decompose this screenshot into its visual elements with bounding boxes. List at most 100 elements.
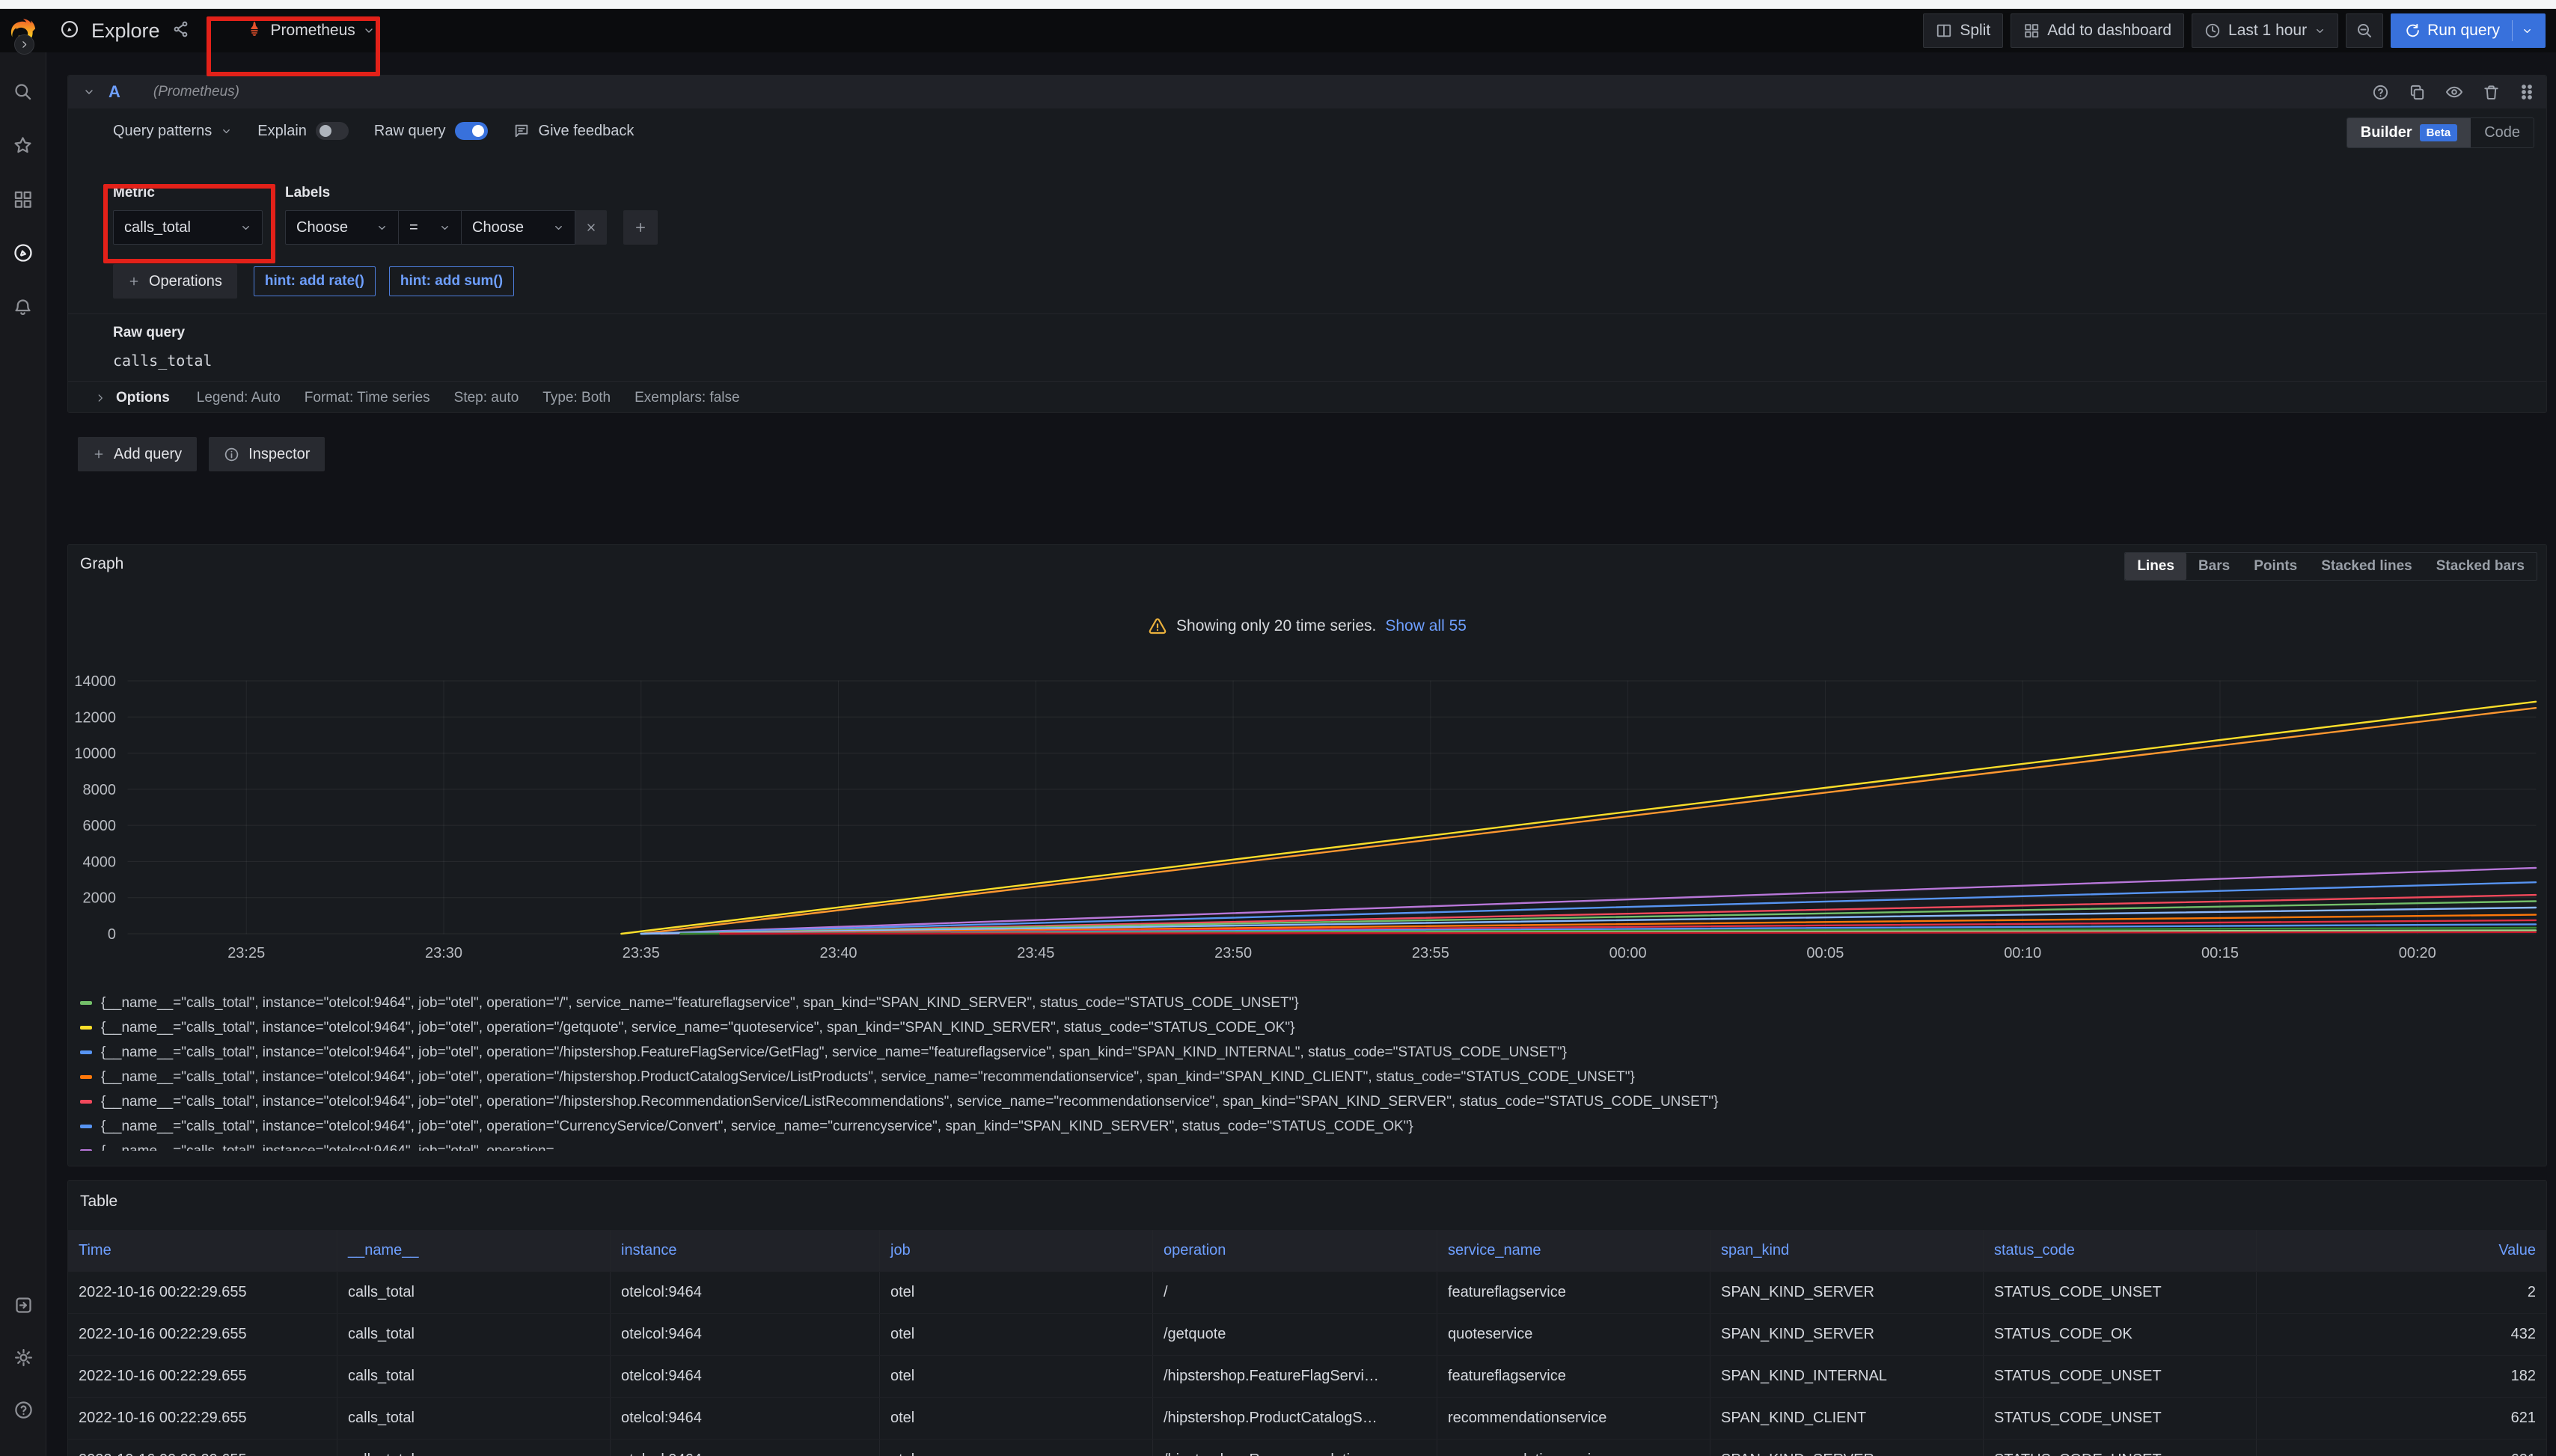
warning-triangle-icon (1148, 617, 1167, 636)
add-operations-button[interactable]: Operations (113, 264, 237, 299)
label-operator-select[interactable]: = (399, 210, 462, 245)
alerting-bell-icon[interactable] (7, 290, 40, 323)
datasource-name: Prometheus (271, 22, 355, 40)
column-header-job[interactable]: job (880, 1230, 1153, 1271)
table-cell: otelcol:9464 (611, 1398, 880, 1439)
split-button[interactable]: Split (1923, 13, 2003, 48)
table-cell: SPAN_KIND_INTERNAL (1710, 1356, 1984, 1397)
builder-tab[interactable]: Builder Beta (2347, 118, 2471, 147)
show-all-series-link[interactable]: Show all 55 (1385, 617, 1467, 635)
options-collapse-row[interactable]: Options Legend: AutoFormat: Time seriesS… (68, 381, 2546, 414)
query-help-icon[interactable] (2372, 84, 2389, 101)
label-value-select[interactable]: Choose (462, 210, 575, 245)
graph-mode-stacked-lines[interactable]: Stacked lines (2309, 553, 2424, 580)
nav-left-group: Explore Prometheus (60, 13, 385, 49)
settings-gear-icon[interactable] (7, 1341, 40, 1374)
run-query-button[interactable]: Run query (2391, 13, 2546, 48)
query-patterns-dropdown[interactable]: Query patterns (113, 123, 232, 140)
table-cell: SPAN_KIND_SERVER (1710, 1440, 1984, 1456)
time-range-picker[interactable]: Last 1 hour (2192, 13, 2338, 48)
zoom-out-button[interactable] (2346, 13, 2383, 48)
table-cell: /hipstershop.ProductCatalogS… (1153, 1398, 1437, 1439)
table-cell: otel (880, 1440, 1153, 1456)
table-row: 2022-10-16 00:22:29.655calls_totalotelco… (68, 1398, 2546, 1440)
column-header-operation[interactable]: operation (1153, 1230, 1437, 1271)
metric-value: calls_total (124, 219, 191, 236)
metric-select[interactable]: calls_total (113, 210, 263, 245)
table-cell: STATUS_CODE_OK (1984, 1314, 2257, 1355)
search-icon[interactable] (7, 75, 40, 108)
column-header-service-name[interactable]: service_name (1437, 1230, 1710, 1271)
remove-label-filter-button[interactable] (575, 210, 607, 245)
legend-item[interactable]: {__name__="calls_total", instance="otelc… (80, 1089, 2534, 1114)
inspector-button[interactable]: Inspector (209, 437, 325, 471)
graph-mode-points[interactable]: Points (2242, 553, 2309, 580)
help-icon[interactable] (7, 1393, 40, 1426)
metric-block: Metric calls_total (113, 185, 263, 245)
add-to-dashboard-button[interactable]: Add to dashboard (2011, 13, 2184, 48)
delete-query-trash-icon[interactable] (2483, 84, 2500, 101)
legend-item[interactable]: {__name__="calls_total", instance="otelc… (80, 1114, 2534, 1139)
table-cell: otel (880, 1272, 1153, 1313)
run-query-dropdown[interactable] (2512, 20, 2533, 41)
column-header-time[interactable]: Time (68, 1230, 337, 1271)
legend-item[interactable]: {__name__="calls_total", instance="otelc… (80, 1065, 2534, 1089)
legend-item[interactable]: {__name__="calls_total", instance="otelc… (80, 1015, 2534, 1040)
beta-badge: Beta (2420, 124, 2458, 141)
sign-in-icon[interactable] (7, 1288, 40, 1321)
column-header--name-[interactable]: __name__ (337, 1230, 611, 1271)
legend-item[interactable]: {__name__="calls_total", instance="otelc… (80, 991, 2534, 1015)
explain-toggle[interactable] (316, 122, 349, 140)
graph-mode-lines[interactable]: Lines (2125, 553, 2186, 580)
add-label-filter-button[interactable] (623, 210, 658, 245)
label-key-select[interactable]: Choose (285, 210, 399, 245)
column-header-status-code[interactable]: status_code (1984, 1230, 2257, 1271)
hint-button-1[interactable]: hint: add sum() (389, 266, 514, 296)
hint-button-0[interactable]: hint: add rate() (254, 266, 376, 296)
raw-query-value: calls_total (113, 352, 2534, 370)
graph-canvas[interactable]: 0200040006000800010000120001400023:2523:… (68, 670, 2546, 970)
table-cell: otel (880, 1356, 1153, 1397)
table-cell: STATUS_CODE_UNSET (1984, 1440, 2257, 1456)
duplicate-query-icon[interactable] (2409, 84, 2426, 101)
give-feedback-link[interactable]: Give feedback (513, 123, 635, 140)
legend-item[interactable]: {__name__="calls_total", instance="otelc… (80, 1040, 2534, 1065)
table-cell: featureflagservice (1437, 1356, 1710, 1397)
legend-swatch (80, 1001, 92, 1005)
raw-query-toggle-label: Raw query (374, 123, 446, 140)
query-editor-panel: A (Prometheus) Query patterns Explain Ra… (67, 75, 2547, 413)
graph-mode-stacked-bars[interactable]: Stacked bars (2424, 553, 2537, 580)
column-header-span-kind[interactable]: span_kind (1710, 1230, 1984, 1271)
table-cell: /hipstershop.Recommendation… (1153, 1440, 1437, 1456)
column-header-value[interactable]: Value (2257, 1230, 2546, 1271)
drag-handle-icon[interactable] (2519, 83, 2534, 101)
legend-label: {__name__="calls_total", instance="otelc… (101, 1094, 1718, 1110)
explain-label: Explain (257, 123, 307, 140)
label-key-placeholder: Choose (296, 219, 348, 236)
graph-mode-bars[interactable]: Bars (2186, 553, 2242, 580)
starred-icon[interactable] (7, 129, 40, 162)
sidebar-expand-button[interactable] (14, 34, 34, 55)
code-tab[interactable]: Code (2471, 118, 2534, 147)
table-cell: STATUS_CODE_UNSET (1984, 1272, 2257, 1313)
table-cell: otelcol:9464 (611, 1356, 880, 1397)
share-icon[interactable] (172, 20, 190, 42)
dashboards-icon[interactable] (7, 183, 40, 215)
table-cell: calls_total (337, 1398, 611, 1439)
legend-label: {__name__="calls_total", instance="otelc… (101, 1020, 1294, 1036)
table-cell: featureflagservice (1437, 1272, 1710, 1313)
table-cell: 2022-10-16 00:22:29.655 (68, 1356, 337, 1397)
options-label: Options (116, 390, 170, 406)
legend-item[interactable]: {__name__="calls_total", instance="otelc… (80, 1139, 2534, 1151)
hide-query-eye-icon[interactable] (2445, 83, 2463, 101)
explore-icon[interactable] (7, 236, 40, 269)
query-row-header[interactable]: A (Prometheus) (68, 76, 2546, 108)
column-header-instance[interactable]: instance (611, 1230, 880, 1271)
table-cell: calls_total (337, 1356, 611, 1397)
datasource-picker[interactable]: Prometheus (235, 13, 385, 49)
add-query-button[interactable]: Add query (78, 437, 197, 471)
query-actions-row: Add query Inspector (78, 437, 325, 471)
graph-warning: Showing only 20 time series. Show all 55 (68, 617, 2546, 636)
raw-query-toggle[interactable] (455, 122, 488, 140)
legend-label: {__name__="calls_total", instance="otelc… (101, 1119, 1413, 1135)
